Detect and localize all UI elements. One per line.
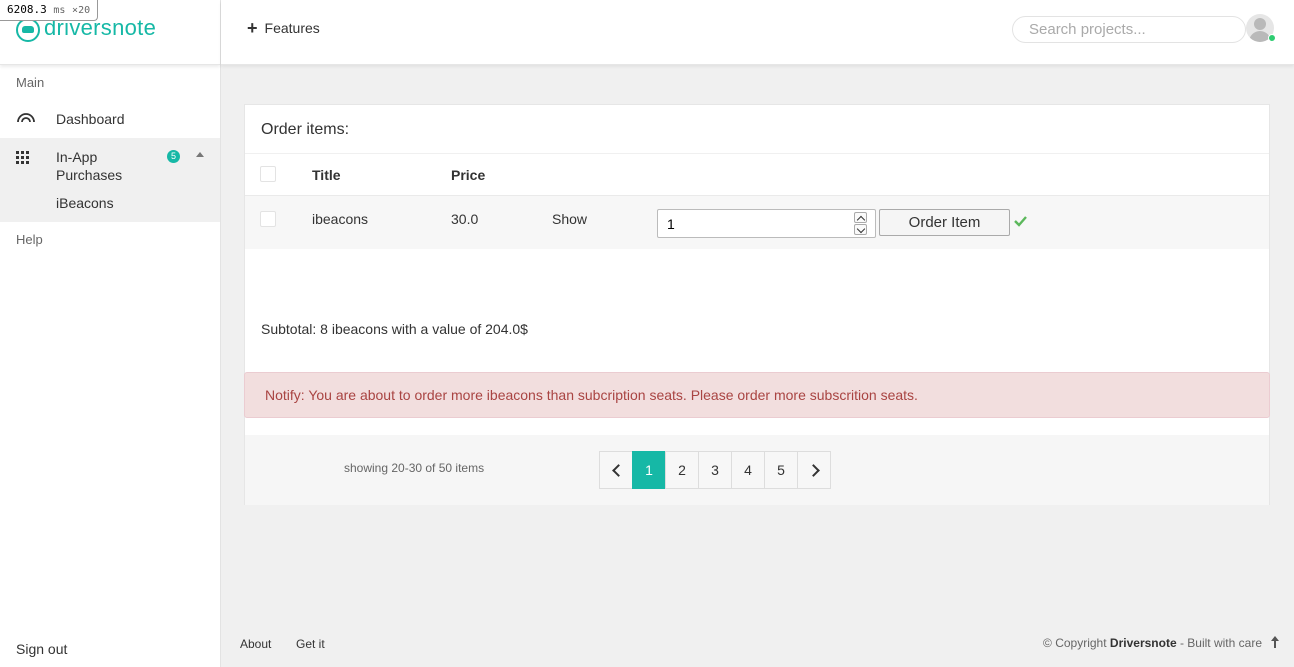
perf-value: 6208.3 [7, 3, 47, 16]
features-button[interactable]: + Features [247, 18, 320, 38]
showing-count: showing 20-30 of 50 items [344, 461, 485, 475]
page-4[interactable]: 4 [731, 451, 765, 489]
copyright: © Copyright Driversnote - Built with car… [1043, 636, 1262, 650]
row-checkbox[interactable] [260, 211, 276, 227]
count-badge: 5 [167, 150, 180, 163]
search-input[interactable] [1012, 16, 1246, 43]
nav-heading-help[interactable]: Help [0, 223, 220, 257]
top-header: + Features [221, 0, 1294, 65]
select-all-checkbox[interactable] [260, 166, 276, 182]
dashboard-gauge-icon [16, 110, 40, 128]
pagination-bar: showing 20-30 of 50 items 1 2 3 4 5 [245, 435, 1269, 505]
footer-link-about[interactable]: About [240, 637, 271, 651]
nav-heading-main: Main [16, 75, 45, 90]
page-1[interactable]: 1 [632, 451, 666, 489]
copyright-suffix: - Built with care [1179, 636, 1262, 650]
chevron-left-icon[interactable] [599, 451, 633, 489]
column-header-title: Title [312, 167, 341, 183]
sidebar-subitem-ibeacons[interactable]: iBeacons [0, 185, 220, 222]
sidebar: driversnote Main Dashboard In-App Purcha… [0, 0, 221, 667]
pagination: 1 2 3 4 5 [599, 451, 831, 489]
copyright-prefix: © Copyright [1043, 636, 1107, 650]
cell-title: ibeacons [312, 211, 369, 227]
perf-multiplier: ×20 [72, 5, 91, 16]
order-item-button[interactable]: Order Item [879, 209, 1010, 236]
page-5[interactable]: 5 [764, 451, 798, 489]
user-icon [1254, 18, 1266, 30]
spinner [854, 212, 867, 235]
table-header: Title Price [245, 153, 1269, 196]
show-link[interactable]: Show [552, 211, 587, 227]
card-title: Order items: [261, 121, 350, 138]
perf-overlay: 6208.3 ms ×20 [0, 0, 99, 21]
subtotal-text: Subtotal: 8 ibeacons with a value of 204… [261, 321, 528, 337]
sidebar-item-in-app-purchases[interactable]: In-App Purchases 5 [0, 138, 220, 185]
perf-unit: ms [53, 5, 66, 16]
quantity-stepper[interactable]: 1 [657, 209, 876, 238]
increment-icon[interactable] [854, 212, 867, 223]
sidebar-item-dashboard[interactable]: Dashboard [0, 100, 220, 138]
quantity-value: 1 [667, 216, 675, 232]
footer-link-get-it[interactable]: Get it [296, 637, 325, 651]
sidebar-item-label: In-App Purchases [56, 149, 123, 183]
sign-out-link[interactable]: Sign out [16, 641, 67, 657]
features-label: Features [264, 20, 320, 36]
column-header-price: Price [451, 167, 486, 183]
car-logo-icon [16, 18, 40, 42]
copyright-brand: Driversnote [1109, 636, 1177, 650]
caret-up-icon[interactable] [196, 152, 204, 157]
page-footer: About Get it © Copyright Driversnote - B… [221, 623, 1294, 667]
chevron-right-icon[interactable] [797, 451, 831, 489]
decrement-icon[interactable] [854, 224, 867, 235]
sidebar-item-label: Dashboard [56, 111, 125, 127]
notify-alert: Notify: You are about to order more ibea… [244, 372, 1270, 418]
plus-icon: + [247, 18, 258, 38]
cell-price: 30.0 [451, 211, 479, 227]
arrow-up-icon[interactable] [1270, 635, 1280, 649]
grid-icon [16, 151, 40, 164]
online-status-dot [1268, 34, 1276, 42]
page-2[interactable]: 2 [665, 451, 699, 489]
checkmark-icon [1014, 214, 1027, 227]
order-items-card: Order items: Title Price ibeacons 30.0 S… [244, 104, 1270, 505]
page-3[interactable]: 3 [698, 451, 732, 489]
table-row: ibeacons 30.0 Show 1 Order Item [245, 196, 1269, 249]
